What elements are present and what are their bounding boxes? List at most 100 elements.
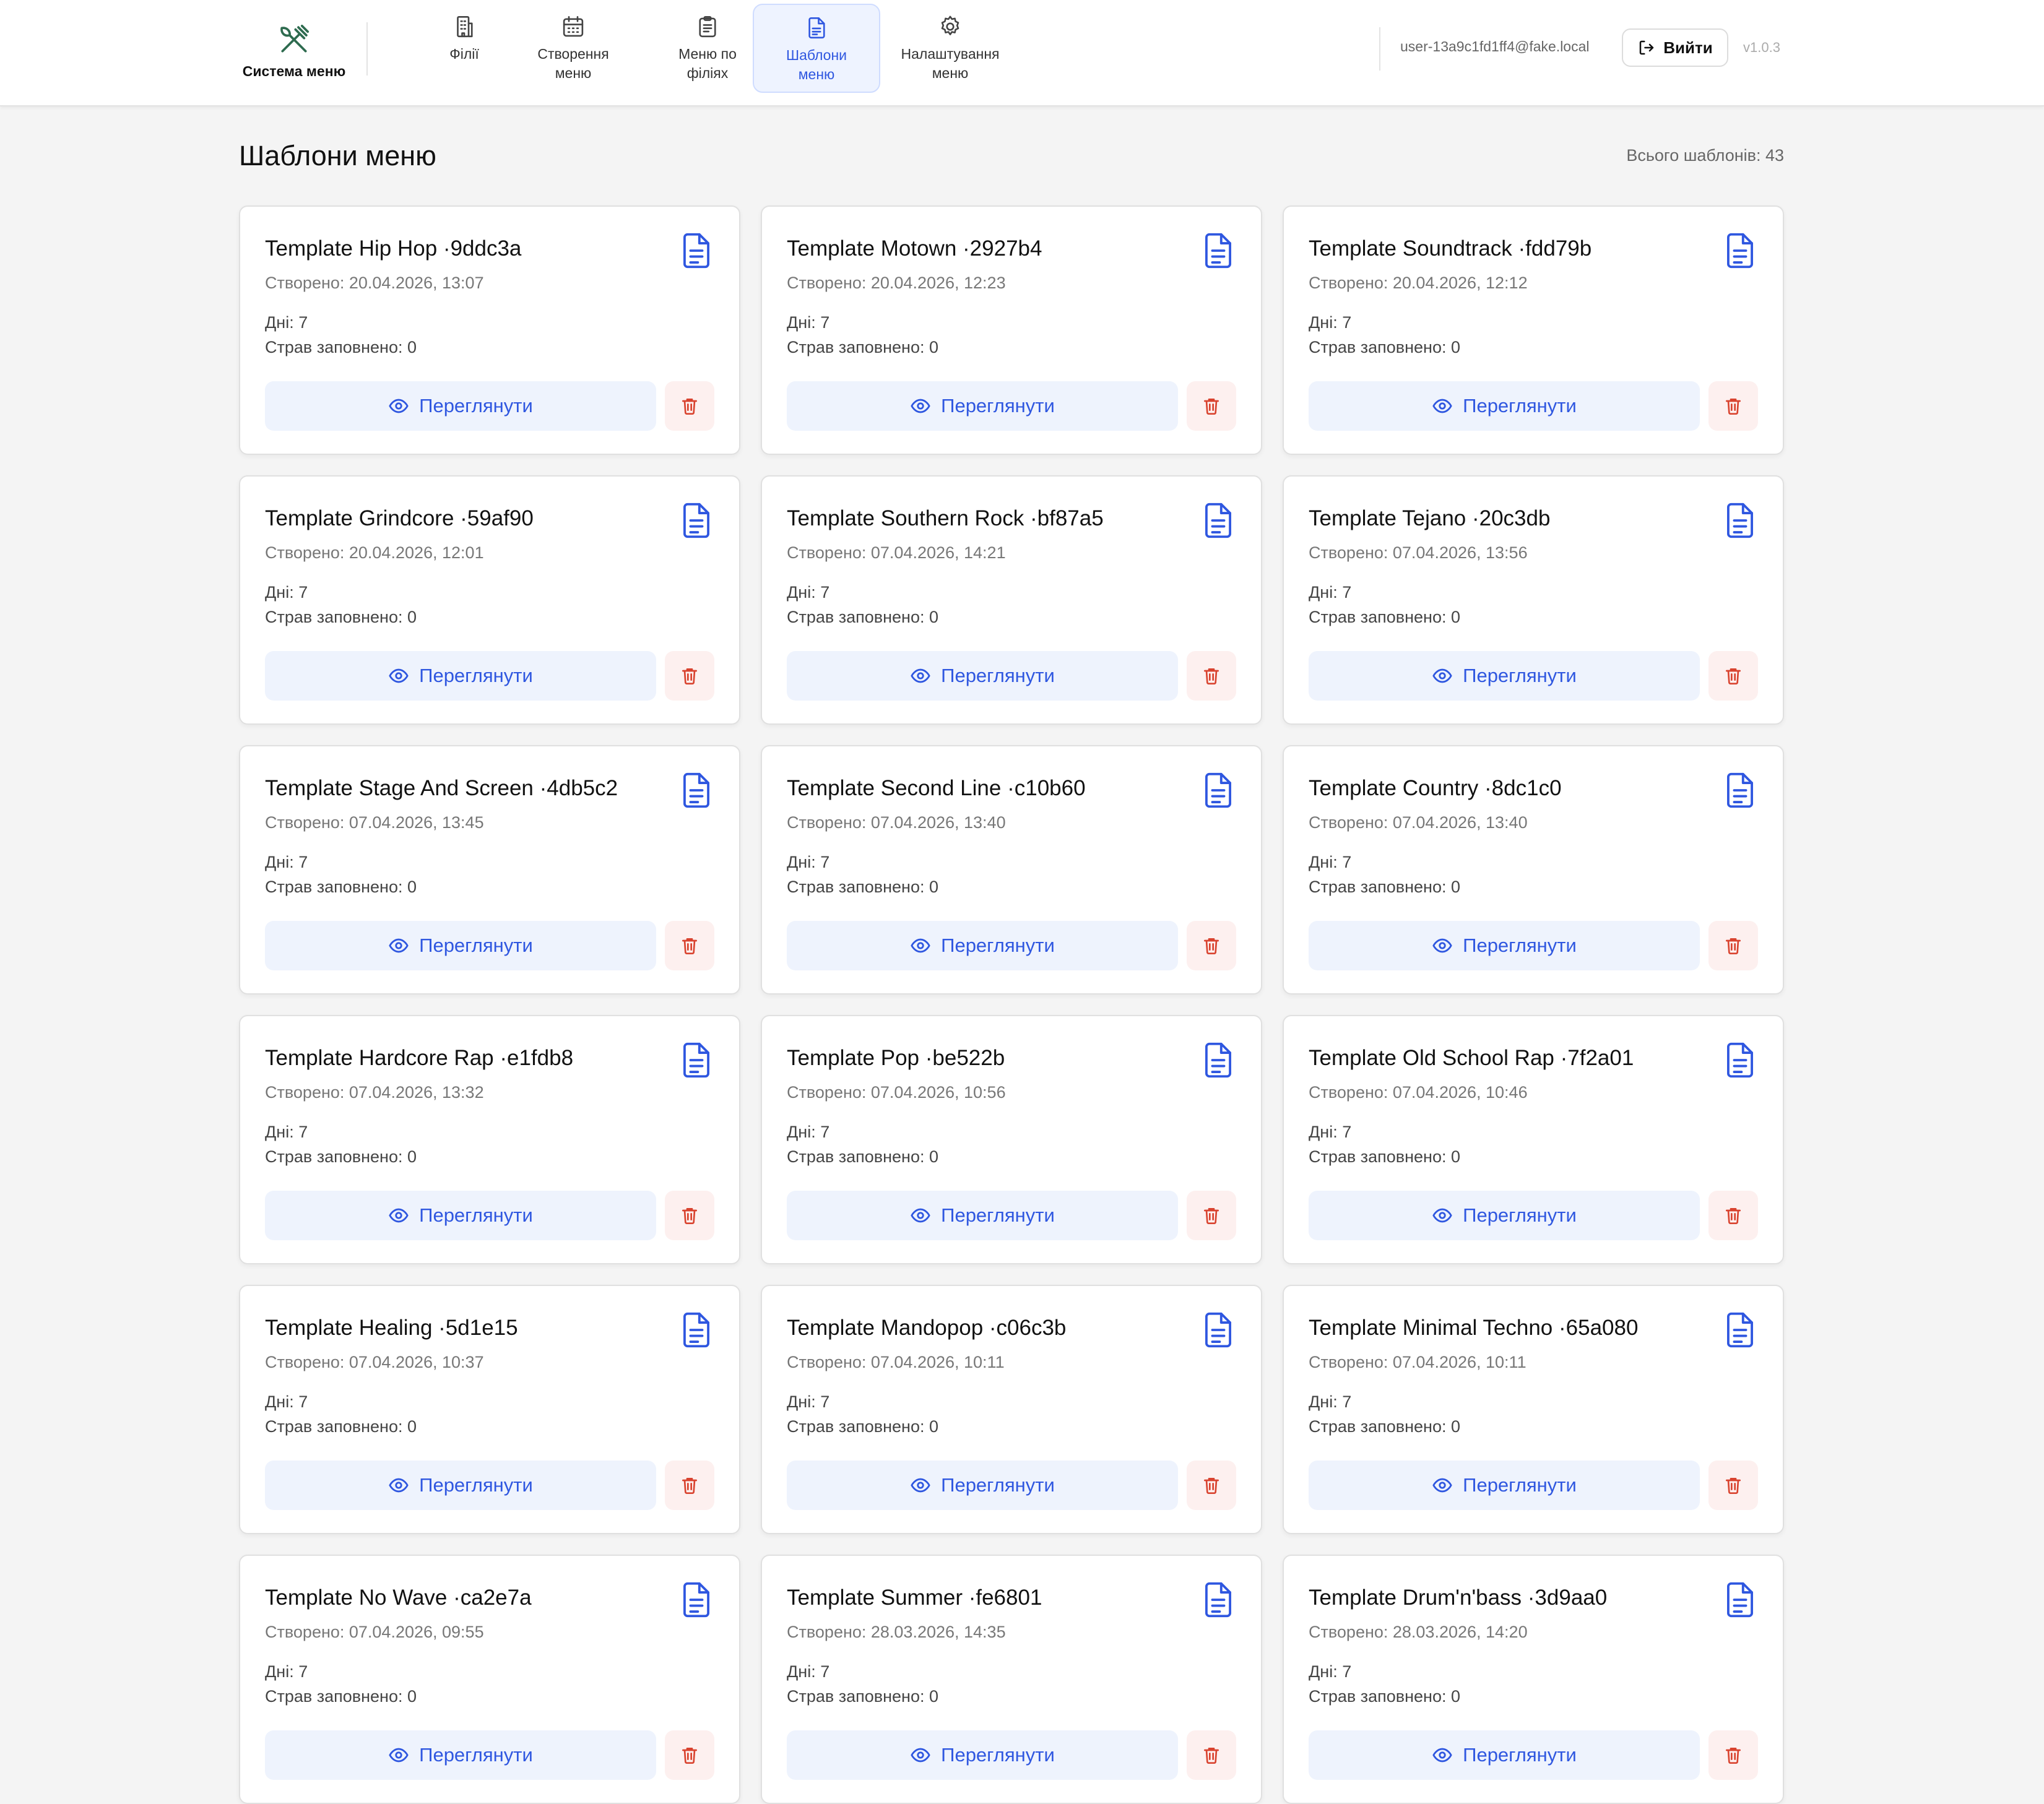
view-template-label: Переглянути: [941, 1474, 1055, 1496]
view-template-button[interactable]: Переглянути: [1309, 381, 1700, 431]
brand-logo[interactable]: Система меню: [235, 19, 353, 87]
view-template-label: Переглянути: [941, 934, 1055, 956]
templates-grid: Template Hip Hop ·9ddc3a Створено: 20.04…: [239, 205, 1784, 1804]
eye-icon: [389, 1478, 409, 1493]
logout-button[interactable]: Вийти: [1622, 28, 1728, 67]
template-title: Template Hardcore Rap ·e1fdb8: [265, 1046, 574, 1070]
nav-item-create-menu[interactable]: Створення меню: [508, 4, 639, 93]
view-template-label: Переглянути: [1463, 1744, 1577, 1766]
template-created-date: Створено: 07.04.2026, 10:46: [1309, 1083, 1528, 1102]
eye-icon: [389, 668, 409, 683]
trash-icon: [1204, 668, 1219, 684]
nav-item-menu-settings[interactable]: Налаштування меню: [886, 4, 1014, 93]
eye-icon: [911, 1208, 930, 1223]
delete-template-button[interactable]: [1187, 1191, 1236, 1240]
calendar-icon: [563, 15, 584, 37]
view-template-button[interactable]: Переглянути: [1309, 1461, 1700, 1510]
view-template-label: Переглянути: [1463, 395, 1577, 416]
delete-template-button[interactable]: [665, 921, 714, 970]
document-icon: [683, 1312, 709, 1348]
eye-icon: [1432, 668, 1452, 683]
eye-icon: [1432, 938, 1452, 953]
template-days: Дні: 7: [787, 853, 830, 871]
eye-icon: [1432, 399, 1452, 413]
view-template-button[interactable]: Переглянути: [265, 1730, 656, 1780]
delete-template-button[interactable]: [1187, 1730, 1236, 1780]
template-created-date: Створено: 28.03.2026, 14:35: [787, 1623, 1006, 1641]
template-days: Дні: 7: [787, 1123, 830, 1141]
document-icon: [683, 772, 709, 808]
template-dishes-filled: Страв заповнено: 0: [265, 878, 417, 896]
template-dishes-filled: Страв заповнено: 0: [1309, 1147, 1460, 1166]
trash-icon: [1726, 1208, 1741, 1224]
trash-icon: [682, 1208, 697, 1224]
view-template-button[interactable]: Переглянути: [265, 1191, 656, 1240]
nav-label: Філії: [449, 46, 479, 62]
view-template-button[interactable]: Переглянути: [1309, 1730, 1700, 1780]
template-dishes-filled: Страв заповнено: 0: [787, 1417, 938, 1436]
clipboard-icon: [699, 15, 716, 38]
view-template-button[interactable]: Переглянути: [787, 1730, 1178, 1780]
view-template-button[interactable]: Переглянути: [1309, 921, 1700, 970]
delete-template-button[interactable]: [1187, 381, 1236, 431]
view-template-button[interactable]: Переглянути: [265, 381, 656, 431]
eye-icon: [389, 1208, 409, 1223]
nav-item-menu-templates[interactable]: Шаблони меню: [753, 4, 880, 93]
trash-icon: [1726, 668, 1741, 684]
delete-template-button[interactable]: [1187, 1461, 1236, 1510]
view-template-label: Переглянути: [419, 1474, 533, 1496]
delete-template-button[interactable]: [665, 651, 714, 701]
gear-icon: [941, 15, 959, 35]
view-template-button[interactable]: Переглянути: [787, 1461, 1178, 1510]
view-template-button[interactable]: Переглянути: [265, 1461, 656, 1510]
delete-template-button[interactable]: [1708, 651, 1758, 701]
delete-template-button[interactable]: [1187, 921, 1236, 970]
template-dishes-filled: Страв заповнено: 0: [265, 1147, 417, 1166]
delete-template-button[interactable]: [1708, 921, 1758, 970]
template-title: Template Summer ·fe6801: [787, 1586, 1042, 1610]
delete-template-button[interactable]: [665, 1191, 714, 1240]
delete-template-button[interactable]: [1708, 1730, 1758, 1780]
view-template-label: Переглянути: [419, 934, 533, 956]
delete-template-button[interactable]: [1708, 1191, 1758, 1240]
document-icon: [1205, 1312, 1231, 1348]
view-template-button[interactable]: Переглянути: [787, 651, 1178, 701]
view-template-button[interactable]: Переглянути: [1309, 651, 1700, 701]
eye-icon: [1432, 1748, 1452, 1763]
nav-label: Меню по філіях: [678, 46, 737, 81]
view-template-label: Переглянути: [419, 1744, 533, 1766]
template-card: Template Soundtrack ·fdd79b Створено: 20…: [1283, 205, 1784, 455]
delete-template-button[interactable]: [665, 381, 714, 431]
template-dishes-filled: Страв заповнено: 0: [265, 1417, 417, 1436]
template-title: Template Country ·8dc1c0: [1309, 776, 1562, 800]
delete-template-button[interactable]: [1708, 381, 1758, 431]
trash-icon: [1204, 1208, 1219, 1224]
delete-template-button[interactable]: [665, 1461, 714, 1510]
view-template-label: Переглянути: [941, 395, 1055, 416]
template-card: Template Hip Hop ·9ddc3a Створено: 20.04…: [239, 205, 740, 455]
view-template-label: Переглянути: [419, 1204, 533, 1226]
template-title: Template Healing ·5d1e15: [265, 1316, 518, 1340]
nav-item-branches[interactable]: Філії: [415, 4, 514, 93]
template-days: Дні: 7: [1309, 853, 1352, 871]
view-template-button[interactable]: Переглянути: [787, 921, 1178, 970]
eye-icon: [911, 1478, 930, 1493]
templates-total-count: Всього шаблонів: 43: [1626, 146, 1784, 165]
view-template-button[interactable]: Переглянути: [787, 1191, 1178, 1240]
template-dishes-filled: Страв заповнено: 0: [265, 338, 417, 356]
delete-template-button[interactable]: [1187, 651, 1236, 701]
template-dishes-filled: Страв заповнено: 0: [787, 1687, 938, 1706]
template-days: Дні: 7: [265, 1392, 308, 1411]
view-template-button[interactable]: Переглянути: [1309, 1191, 1700, 1240]
document-icon: [1727, 1312, 1753, 1348]
view-template-button[interactable]: Переглянути: [265, 921, 656, 970]
template-title: Template No Wave ·ca2e7a: [265, 1586, 532, 1610]
template-card: Template Country ·8dc1c0 Створено: 07.04…: [1283, 745, 1784, 995]
delete-template-button[interactable]: [665, 1730, 714, 1780]
delete-template-button[interactable]: [1708, 1461, 1758, 1510]
template-title: Template Mandopop ·c06c3b: [787, 1316, 1067, 1340]
template-card: Template Healing ·5d1e15 Створено: 07.04…: [239, 1285, 740, 1534]
view-template-button[interactable]: Переглянути: [265, 651, 656, 701]
template-created-date: Створено: 07.04.2026, 13:40: [1309, 813, 1528, 832]
view-template-button[interactable]: Переглянути: [787, 381, 1178, 431]
